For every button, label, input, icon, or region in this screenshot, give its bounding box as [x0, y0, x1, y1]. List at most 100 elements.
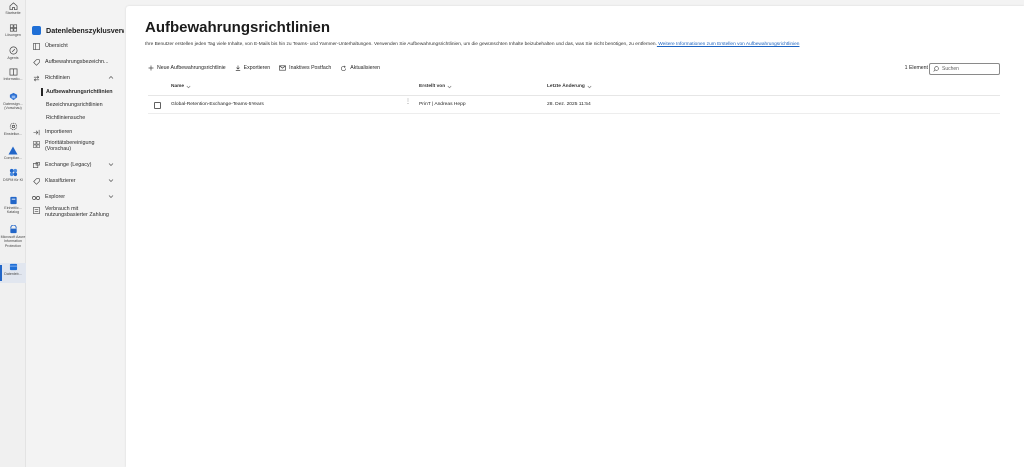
grid-icon — [9, 24, 17, 32]
download-icon — [235, 65, 240, 71]
item-count: 1 Element — [904, 65, 928, 71]
nav-item-richtlinien[interactable]: Richtlinien — [32, 72, 124, 84]
column-header-name[interactable]: Name — [171, 84, 191, 89]
nav-label: Exchange (Legacy) — [45, 162, 92, 168]
learn-more-link[interactable]: Weitere Informationen zum Erstellen von … — [657, 42, 799, 47]
compliance-icon — [8, 146, 18, 155]
nav-label: Übersicht — [45, 43, 68, 49]
nav-item-exchange-legacy[interactable]: Exchange (Legacy) — [32, 159, 124, 171]
catalog-icon — [9, 196, 17, 205]
page-description: Ihre Benutzer erstellen jeden Tag viele … — [145, 42, 799, 47]
column-label: Name — [171, 84, 185, 89]
chevron-down-icon[interactable] — [108, 178, 114, 183]
nav-label: Aufbewahrungsrichtlinien — [46, 89, 113, 95]
rail-item-agents[interactable]: Agents — [0, 46, 26, 64]
overview-icon — [32, 42, 40, 50]
chevron-up-icon[interactable] — [108, 75, 114, 80]
rail-item-einstellungen[interactable]: Einstellun... — [0, 122, 26, 140]
row-created-by: PrinT | Andreas Hepp — [419, 102, 466, 107]
nav-label: Bezeichnungsrichtlinien — [46, 102, 103, 108]
main-panel: Aufbewahrungsrichtlinien Ihre Benutzer e… — [126, 6, 1024, 467]
plus-icon — [148, 65, 154, 71]
rail-item-loesungen[interactable]: Lösungen — [0, 24, 26, 42]
priority-cleanup-icon — [32, 140, 40, 148]
new-policy-button[interactable]: Neue Aufbewahrungsrichtlinie — [148, 65, 226, 71]
nav-header: Datenlebenszyklusverwaltung — [32, 23, 124, 37]
rail-item-startseite[interactable]: Startseite — [0, 2, 26, 20]
refresh-icon — [341, 65, 347, 71]
nav-item-klassifizierer[interactable]: Klassifizierer — [32, 175, 124, 187]
nav-label: Verbrauch mit nutzungsbasierter Zahlung — [45, 206, 109, 218]
rail-item-compliance[interactable]: Complian... — [0, 146, 26, 164]
app-rail: Startseite Lösungen Agents Informatio...… — [0, 0, 26, 467]
nav-label: Explorer — [45, 194, 66, 200]
nav-label: Prioritätsbereinigung (Vorschau) — [45, 140, 95, 152]
nav-label: Klassifizierer — [45, 178, 76, 184]
rail-item-information[interactable]: Informatio... — [0, 68, 26, 86]
rail-item-datenlebenszyklus[interactable]: Datenleb... — [0, 263, 26, 283]
nav-label: Importieren — [45, 129, 73, 135]
rail-label: Datensign... (Vorschau) — [3, 102, 23, 111]
nav-item-explorer[interactable]: Explorer — [32, 191, 124, 203]
rail-item-dspm[interactable]: DSPM für KI — [0, 168, 26, 192]
nav-item-richtliniensuche[interactable]: Richtliniensuche — [46, 112, 126, 124]
chevron-down-icon[interactable] — [108, 194, 114, 199]
exchange-icon — [32, 161, 40, 169]
rail-label: Agents — [7, 56, 19, 60]
rail-item-katalog[interactable]: Einheitlic... Katalog — [0, 196, 26, 220]
new-policy-label: Neue Aufbewahrungsrichtlinie — [157, 65, 226, 71]
export-label: Exportieren — [243, 65, 271, 71]
nav-item-aufbewahrungsrichtlinien[interactable]: Aufbewahrungsrichtlinien — [41, 86, 126, 98]
row-checkbox[interactable] — [154, 102, 161, 109]
search-icon — [933, 66, 939, 72]
chevron-down-icon[interactable] — [108, 162, 114, 167]
header-divider — [148, 95, 1000, 96]
rail-item-datensicherheit[interactable]: Datensign... (Vorschau) — [0, 92, 26, 118]
row-last-modified: 28. Dez. 2025 11:54 — [547, 102, 591, 107]
tag-icon — [32, 58, 40, 66]
rail-label: Lösungen — [5, 33, 21, 37]
home-icon — [9, 2, 17, 10]
export-button[interactable]: Exportieren — [235, 65, 271, 71]
column-label: Letzte Änderung — [547, 84, 585, 89]
rail-label: Startseite — [5, 11, 21, 15]
mail-icon — [279, 65, 287, 71]
rail-label: Einstellun... — [3, 132, 23, 136]
nav-label: Aufbewahrungsbezeichn... — [45, 59, 109, 65]
search-input[interactable] — [942, 66, 997, 72]
rail-label: Microsoft Azure Information Protection — [0, 235, 26, 248]
nav-item-prioritaetsbereinigung[interactable]: Prioritätsbereinigung (Vorschau) — [32, 140, 124, 156]
nav-item-aufbewahrungsbezeichnungen[interactable]: Aufbewahrungsbezeichn... — [32, 56, 124, 68]
row-name[interactable]: Global-Retention-Exchange-Teams-5Years — [171, 102, 264, 107]
description-text: Ihre Benutzer erstellen jeden Tag viele … — [145, 42, 657, 47]
nav-label: Richtliniensuche — [46, 115, 86, 121]
billing-icon — [32, 206, 40, 214]
classifier-icon — [32, 177, 40, 185]
nav-header-title: Datenlebenszyklusverwaltung — [46, 25, 124, 35]
more-options-icon[interactable]: ⋮ — [405, 99, 411, 105]
nav-label: Richtlinien — [45, 75, 70, 81]
refresh-button[interactable]: Aktualisieren — [340, 65, 380, 72]
nav-item-importieren[interactable]: Importieren — [32, 126, 124, 138]
rail-label: Einheitlic... Katalog — [4, 206, 22, 215]
secondary-nav — [26, 0, 126, 467]
inactive-mailbox-button[interactable]: Inaktives Postfach — [279, 65, 331, 71]
search-box[interactable] — [929, 63, 1000, 75]
column-header-last-modified[interactable]: Letzte Änderung — [547, 84, 592, 89]
table-row[interactable]: Global-Retention-Exchange-Teams-5Years ⋮… — [148, 97, 1000, 114]
column-header-created-by[interactable]: Erstellt von — [419, 84, 452, 89]
settings-icon — [9, 122, 17, 131]
rail-item-aip[interactable]: Microsoft Azure Information Protection — [0, 225, 26, 261]
policy-icon — [32, 74, 40, 82]
information-icon — [9, 68, 17, 76]
chevron-down-icon — [587, 85, 592, 88]
rail-label: DSPM für KI — [3, 178, 23, 182]
aip-icon — [9, 225, 17, 234]
column-label: Erstellt von — [419, 84, 446, 89]
page-title: Aufbewahrungsrichtlinien — [145, 19, 331, 36]
nav-item-verbrauch[interactable]: Verbrauch mit nutzungsbasierter Zahlung — [32, 206, 124, 222]
refresh-label: Aktualisieren — [350, 65, 380, 71]
nav-item-bezeichnungsrichtlinien[interactable]: Bezeichnungsrichtlinien — [46, 99, 126, 111]
dspm-icon — [9, 168, 17, 177]
nav-item-uebersicht[interactable]: Übersicht — [32, 40, 124, 52]
